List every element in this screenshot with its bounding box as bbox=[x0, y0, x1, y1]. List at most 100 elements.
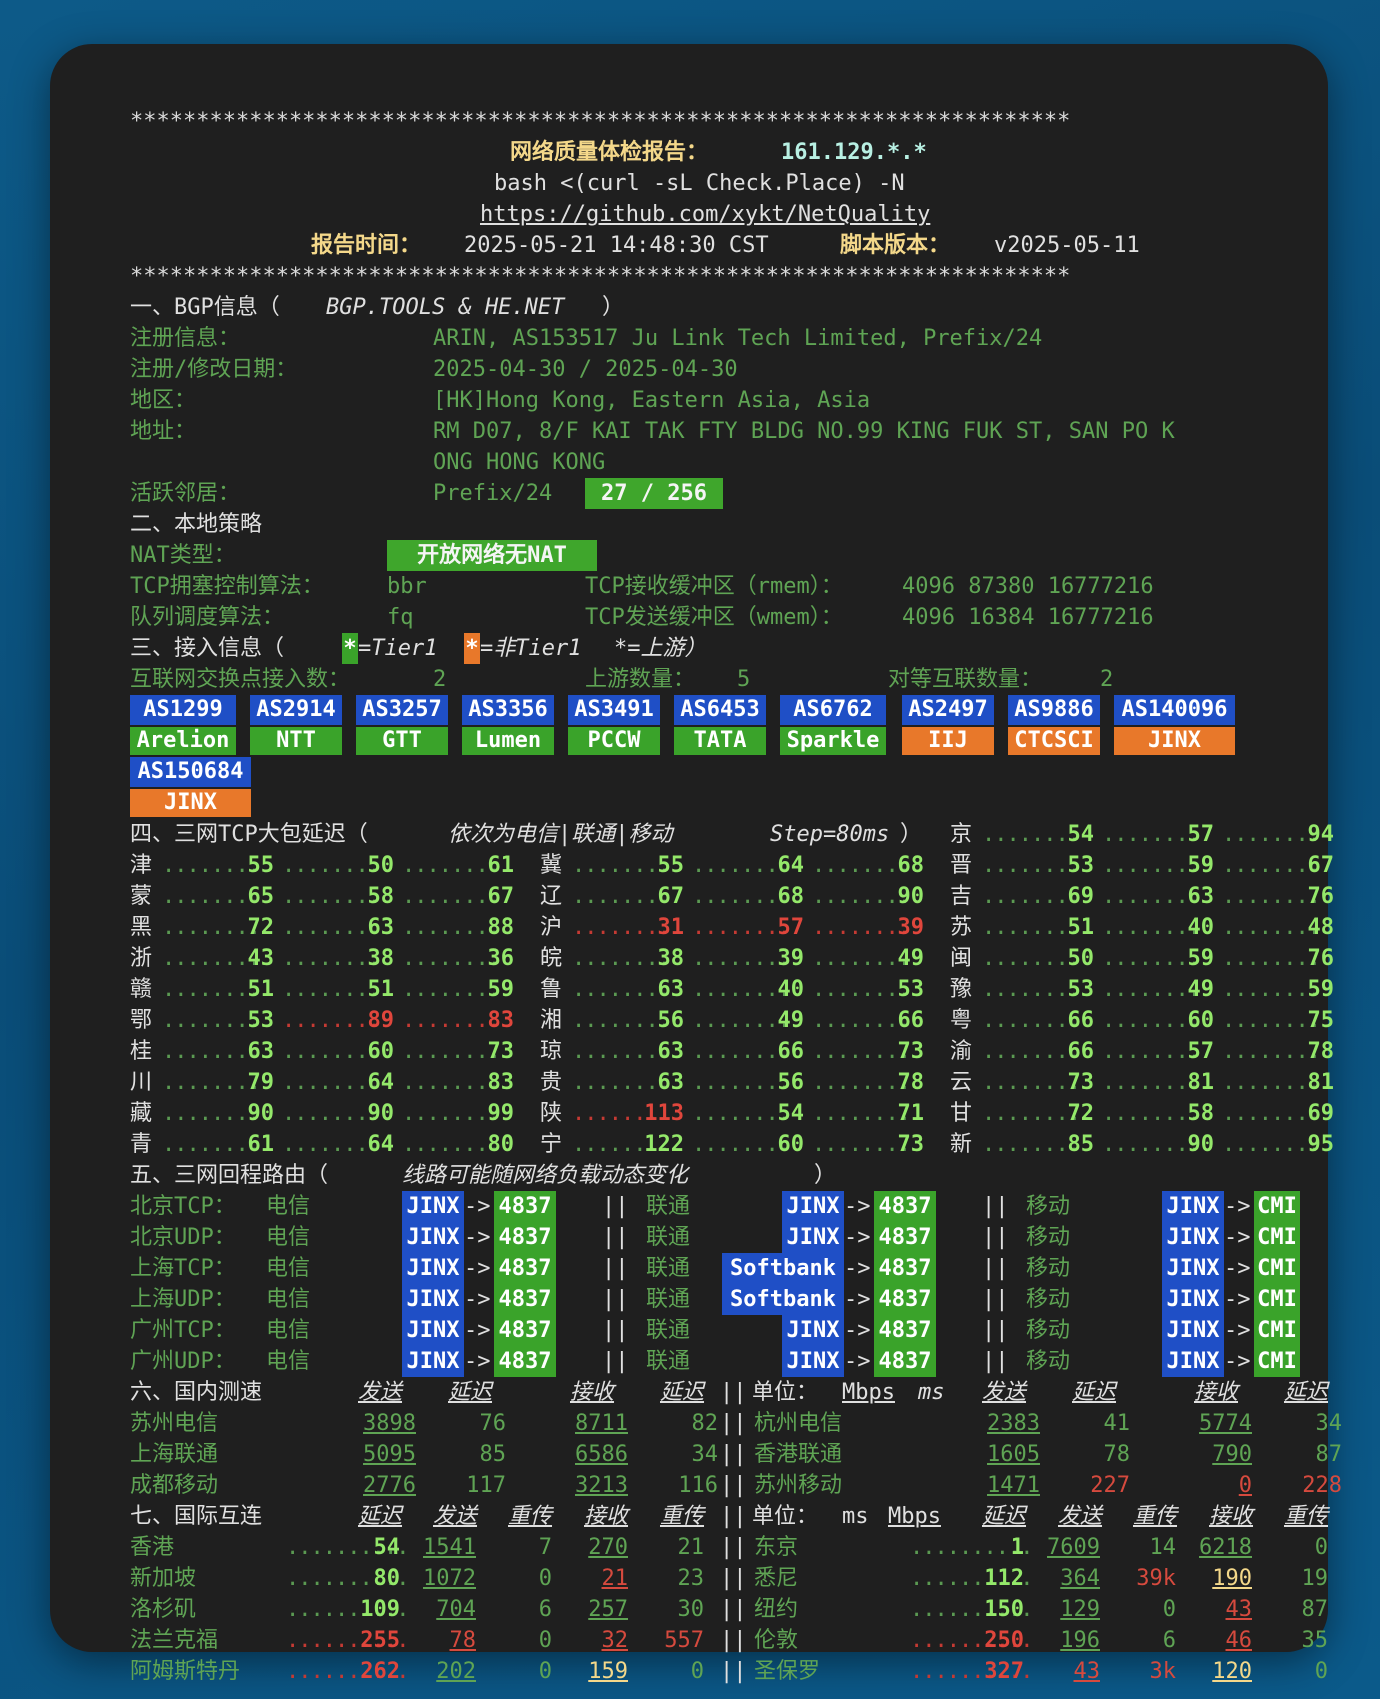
label: 注册信息： bbox=[130, 326, 241, 351]
isp-label: 电信 bbox=[266, 1256, 311, 1281]
value: 2 bbox=[1100, 667, 1114, 692]
latency-value: 31 bbox=[657, 915, 685, 940]
asn-badge: AS1299 Arelion bbox=[130, 695, 236, 757]
asn-name: JINX bbox=[130, 789, 251, 817]
latency-value: 73 bbox=[897, 1039, 925, 1064]
script-version-value: v2025-05-11 bbox=[994, 233, 1140, 258]
bgp-addr-row: 地址： RM D07, 8/F KAI TAK FTY BLDG NO.99 K… bbox=[130, 416, 1350, 447]
route-row: 广州UDP： 电信 JINX -> 4837 || 联通 JINX -> 4837 || 移动 JINX… bbox=[130, 1346, 1350, 1377]
latency-value: 58 bbox=[367, 884, 395, 909]
latency-value: 80 bbox=[487, 1132, 515, 1157]
intl-value: 7609 bbox=[1047, 1535, 1100, 1560]
speed-value: 76 bbox=[479, 1411, 507, 1436]
latency-value: 64 bbox=[367, 1070, 395, 1095]
divider: || bbox=[602, 1349, 629, 1374]
divider: || bbox=[982, 1287, 1009, 1312]
asn-name: TATA bbox=[674, 727, 766, 755]
route-city: 上海TCP： bbox=[130, 1256, 236, 1281]
route-arrow: -> bbox=[464, 1194, 491, 1219]
report-time-label: 报告时间： bbox=[311, 233, 422, 258]
intl-value: 87 bbox=[1301, 1597, 1329, 1622]
latency-value: 64 bbox=[777, 853, 805, 878]
intl-value: 7 bbox=[538, 1535, 552, 1560]
asn-name: JINX bbox=[1114, 727, 1235, 755]
latency-value: 51 bbox=[1067, 915, 1095, 940]
intl-value: 30 bbox=[677, 1597, 705, 1622]
speed-node: 成都移动 bbox=[130, 1473, 219, 1498]
intl-value: 32 bbox=[601, 1628, 629, 1653]
route-hop-first: JINX bbox=[402, 1191, 464, 1222]
intl-value: 35 bbox=[1301, 1628, 1329, 1653]
asn-badge: AS9886 CTCSCI bbox=[1008, 695, 1100, 757]
route-hop-first: JINX bbox=[1162, 1222, 1224, 1253]
route-hop-last: 4837 bbox=[494, 1253, 556, 1284]
col-header: 延迟 bbox=[982, 1504, 1027, 1529]
latency-cell: 琼........ 63........ 66........ 73 bbox=[540, 1036, 940, 1067]
latency-value: 53 bbox=[1067, 853, 1095, 878]
latency-value: 40 bbox=[1187, 915, 1215, 940]
latency-cell: 沪........ 31........ 57........ 39 bbox=[540, 912, 940, 943]
isp-label: 联通 bbox=[646, 1318, 691, 1343]
latency-cell: 晋........ 53........ 59........ 67 bbox=[950, 850, 1350, 881]
province-label: 赣 bbox=[130, 977, 153, 1002]
domestic-table: 苏州电信 3898 76 8711 82 || 杭州电信 2383 41 5774 34 上海联通 50… bbox=[130, 1408, 1350, 1501]
latency-value: 113 bbox=[644, 1101, 684, 1126]
speed-value: 85 bbox=[479, 1442, 507, 1467]
asn-badge: AS6453 TATA bbox=[674, 695, 766, 757]
province-label: 鄂 bbox=[130, 1008, 153, 1033]
route-hop-last: CMI bbox=[1254, 1222, 1300, 1253]
section-heading: 七、国际互连 bbox=[130, 1504, 263, 1529]
intl-value: 6 bbox=[1162, 1628, 1176, 1653]
asn-number: AS6762 bbox=[780, 695, 886, 725]
value: ARIN, AS153517 Ju Link Tech Limited, Pre… bbox=[433, 326, 1043, 351]
latency-value: 67 bbox=[487, 884, 515, 909]
route-hop-first: JINX bbox=[1162, 1315, 1224, 1346]
route-hop-first: JINX bbox=[1162, 1284, 1224, 1315]
latency-value: 54 bbox=[1067, 822, 1095, 847]
col-header: 延迟 bbox=[660, 1380, 705, 1405]
report-ip: 161.129.*.* bbox=[781, 140, 927, 165]
intl-node: 伦敦 bbox=[754, 1628, 799, 1653]
intl-value: 557 bbox=[664, 1628, 704, 1653]
section-policy-title: 二、本地策略 bbox=[130, 509, 1350, 540]
route-arrow: -> bbox=[464, 1256, 491, 1281]
asn-name: PCCW bbox=[568, 727, 660, 755]
speed-node: 杭州电信 bbox=[754, 1411, 843, 1436]
route-hop-first: JINX bbox=[402, 1315, 464, 1346]
latency-value: 55 bbox=[657, 853, 685, 878]
latency-value: 78 bbox=[897, 1070, 925, 1095]
latency-value: 79 bbox=[247, 1070, 275, 1095]
value: 2 bbox=[433, 667, 447, 692]
section-paren: ） bbox=[814, 1163, 837, 1188]
latency-value: 73 bbox=[487, 1039, 515, 1064]
latency-cell: 京........ 54........ 57........ 94 bbox=[950, 819, 1350, 850]
asn-name: CTCSCI bbox=[1008, 727, 1100, 755]
neighbor-badge: 27 / 256 bbox=[585, 478, 723, 509]
latency-cell: 苏........ 51........ 40........ 48 bbox=[950, 912, 1350, 943]
route-hop-first: JINX bbox=[782, 1315, 844, 1346]
speed-node: 苏州电信 bbox=[130, 1411, 219, 1436]
latency-value: 68 bbox=[777, 884, 805, 909]
speed-value: 2776 bbox=[363, 1473, 416, 1498]
label: 互联网交换点接入数： bbox=[130, 667, 351, 692]
asn-badge: AS6762 Sparkle bbox=[780, 695, 886, 757]
latency-value: 66 bbox=[897, 1008, 925, 1033]
unit: ms bbox=[842, 1504, 869, 1529]
asn-name: IIJ bbox=[902, 727, 994, 755]
route-city: 广州TCP： bbox=[130, 1318, 236, 1343]
divider: || bbox=[720, 1535, 747, 1560]
section-heading: 五、三网回程路由（ bbox=[130, 1163, 329, 1188]
province-label: 宁 bbox=[540, 1132, 563, 1157]
col-header: 接收 bbox=[1194, 1380, 1239, 1405]
value: [HK]Hong Kong, Eastern Asia, Asia bbox=[433, 388, 871, 413]
latency-cell: 贵........ 63........ 56........ 78 bbox=[540, 1067, 940, 1098]
divider: || bbox=[720, 1566, 747, 1591]
route-arrow: -> bbox=[844, 1194, 871, 1219]
province-label: 陕 bbox=[540, 1101, 563, 1126]
latency-value: 76 bbox=[1307, 884, 1335, 909]
github-link[interactable]: https://github.com/xykt/NetQuality bbox=[480, 199, 930, 230]
latency-value: 40 bbox=[777, 977, 805, 1002]
speed-value: 34 bbox=[1315, 1411, 1343, 1436]
report-time-row: 报告时间： 2025-05-21 14:48:30 CST 脚本版本： v202… bbox=[130, 230, 1350, 261]
intl-latency: 80 bbox=[373, 1566, 401, 1591]
